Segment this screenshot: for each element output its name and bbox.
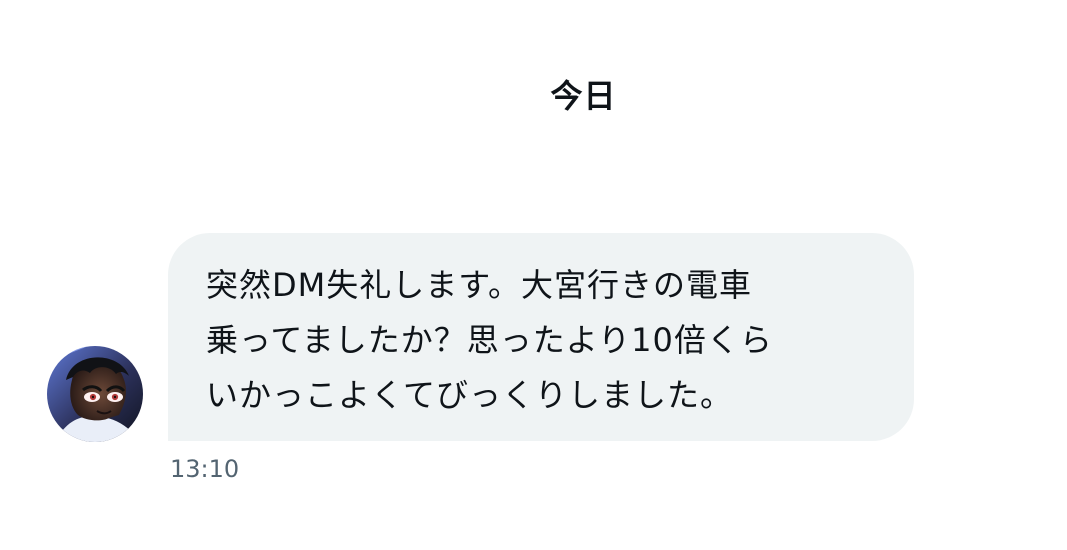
message-line-1: 突然DM失礼します。大宮行きの電車 [206, 266, 753, 304]
message-text: 突然DM失礼します。大宮行きの電車 乗ってましたか？思ったより10倍くら いかっ… [206, 258, 894, 423]
user-avatar-icon[interactable] [47, 346, 143, 442]
message-timestamp: 13:10 [170, 455, 240, 483]
message-line-2: 乗ってましたか？思ったより10倍くら [206, 321, 773, 359]
message-bubble[interactable]: 突然DM失礼します。大宮行きの電車 乗ってましたか？思ったより10倍くら いかっ… [168, 233, 914, 441]
message-line-3: いかっこよくてびっくりしました。 [206, 376, 734, 414]
received-message: 突然DM失礼します。大宮行きの電車 乗ってましたか？思ったより10倍くら いかっ… [0, 0, 1067, 550]
